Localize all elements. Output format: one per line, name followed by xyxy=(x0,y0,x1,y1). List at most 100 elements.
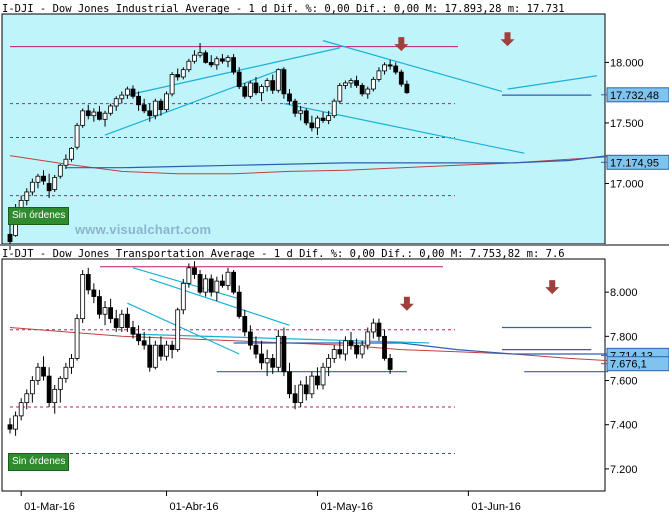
top-price-label: 17.174,95 xyxy=(601,154,669,170)
top-y-tick-label: 17.000 xyxy=(610,178,644,190)
bottom-candle-body xyxy=(287,371,292,395)
bottom-candle-body xyxy=(57,377,63,390)
bottom-candle-body xyxy=(124,313,130,328)
top-candle-body xyxy=(247,82,253,97)
bottom-candle-body xyxy=(108,307,114,320)
bottom-candle-body xyxy=(74,318,80,359)
bottom-candle-body xyxy=(270,358,276,368)
top-candle-body xyxy=(214,58,220,66)
bottom-candle-body xyxy=(309,375,315,395)
bottom-chart-title: I-DJT - Dow Jones Transportation Average… xyxy=(2,248,565,260)
bottom-candle-body xyxy=(46,375,52,404)
top-candle-body xyxy=(113,98,119,107)
top-candle-body xyxy=(382,64,387,72)
bottom-candle-body xyxy=(29,380,35,395)
bottom-candle-body xyxy=(231,271,237,293)
top-candle-body xyxy=(354,80,359,86)
bottom-candle-body xyxy=(186,267,192,284)
top-candle-body xyxy=(281,69,287,95)
bottom-candle-body xyxy=(197,274,203,293)
bottom-y-tick-label: 7.400 xyxy=(610,420,638,432)
top-candle-body xyxy=(192,54,197,62)
top-candle-body xyxy=(259,86,264,94)
bottom-candle-body xyxy=(281,335,287,373)
top-candle-body xyxy=(136,95,141,106)
top-candle-body xyxy=(35,175,41,183)
top-candle-body xyxy=(152,100,158,117)
top-candle-body xyxy=(270,80,276,91)
bottom-price-label: 7.676,1 xyxy=(601,356,669,372)
top-candle-body xyxy=(29,181,35,193)
top-candle-body xyxy=(303,110,309,124)
top-candle-body xyxy=(242,86,248,97)
top-candle-body xyxy=(225,57,231,62)
top-candle-body xyxy=(80,110,86,126)
top-candle-body xyxy=(164,93,169,111)
bottom-candle-body xyxy=(242,316,248,333)
top-candle-body xyxy=(342,82,348,86)
bottom-y-tick-label: 7.600 xyxy=(610,376,638,388)
bottom-candle-body xyxy=(303,384,309,395)
top-candle-body xyxy=(359,85,365,95)
panel-separator xyxy=(0,244,669,246)
top-candle-body xyxy=(119,94,125,100)
top-candle-body xyxy=(337,85,343,102)
bottom-candle-body xyxy=(359,344,365,355)
chart-stage: 17.000 17.500 18.000 17.732,48 17.174,95 7.20… xyxy=(0,0,669,513)
bottom-orders-badge[interactable]: Sin órdenes xyxy=(8,453,70,471)
top-candle-body xyxy=(108,105,114,114)
top-y-tick-label: 17.500 xyxy=(610,118,644,130)
top-candle-body xyxy=(309,122,315,129)
top-candle-body xyxy=(365,88,371,95)
bottom-candle-body xyxy=(214,280,220,293)
top-orders-badge[interactable]: Sin órdenes xyxy=(8,207,70,225)
bottom-candle-body xyxy=(91,289,97,297)
top-candle-body xyxy=(69,147,74,160)
bottom-candle-body xyxy=(41,366,46,377)
top-candle-body xyxy=(315,117,320,129)
top-candle-body xyxy=(387,64,393,67)
top-candle-body xyxy=(52,177,58,190)
bottom-candle-body xyxy=(370,322,376,333)
bottom-candle-body xyxy=(130,327,136,335)
top-candle-body xyxy=(348,80,354,84)
x-tick-label: 01-Abr-16 xyxy=(170,501,219,512)
bottom-candle-body xyxy=(326,358,332,368)
top-price-label: 17.732,48 xyxy=(601,87,669,103)
top-candle-body xyxy=(85,110,91,117)
top-candle-body xyxy=(253,82,259,94)
bottom-candle-body xyxy=(342,340,348,355)
bottom-candle-body xyxy=(97,296,102,315)
top-candle-body xyxy=(169,74,175,95)
bottom-candle-body xyxy=(7,424,13,430)
top-candle-body xyxy=(186,60,192,71)
top-candle-body xyxy=(320,117,326,121)
bottom-candle-body xyxy=(354,344,359,355)
top-candle-body xyxy=(292,100,298,114)
top-candle-body xyxy=(264,80,270,88)
top-candle-body xyxy=(393,65,399,73)
bottom-candle-body xyxy=(253,344,259,355)
top-candle-body xyxy=(208,62,214,66)
x-tick-label: 01-Mar-16 xyxy=(24,501,75,512)
top-price-label-text: 17.174,95 xyxy=(610,157,659,169)
top-candle-body xyxy=(326,115,332,121)
top-price-label-text: 17.732,48 xyxy=(610,90,659,102)
bottom-candle-body xyxy=(208,278,214,293)
bottom-candle-body xyxy=(152,344,158,368)
bottom-candle-body xyxy=(225,271,231,286)
top-candle-body xyxy=(7,233,13,242)
bottom-y-tick-label: 8.000 xyxy=(610,287,638,299)
bottom-candle-body xyxy=(141,340,147,346)
top-candle-body xyxy=(57,164,63,177)
bottom-candle-body xyxy=(365,331,371,346)
watermark-text: www.visualchart.com xyxy=(75,222,212,237)
bottom-candle-body xyxy=(69,358,74,368)
top-candle-body xyxy=(180,69,186,78)
bottom-candle-body xyxy=(298,384,304,404)
bottom-candle-body xyxy=(80,274,86,320)
bottom-candle-body xyxy=(175,309,181,350)
top-candle-body xyxy=(370,78,376,90)
bottom-candle-body xyxy=(35,366,41,381)
top-candle-body xyxy=(298,110,304,114)
